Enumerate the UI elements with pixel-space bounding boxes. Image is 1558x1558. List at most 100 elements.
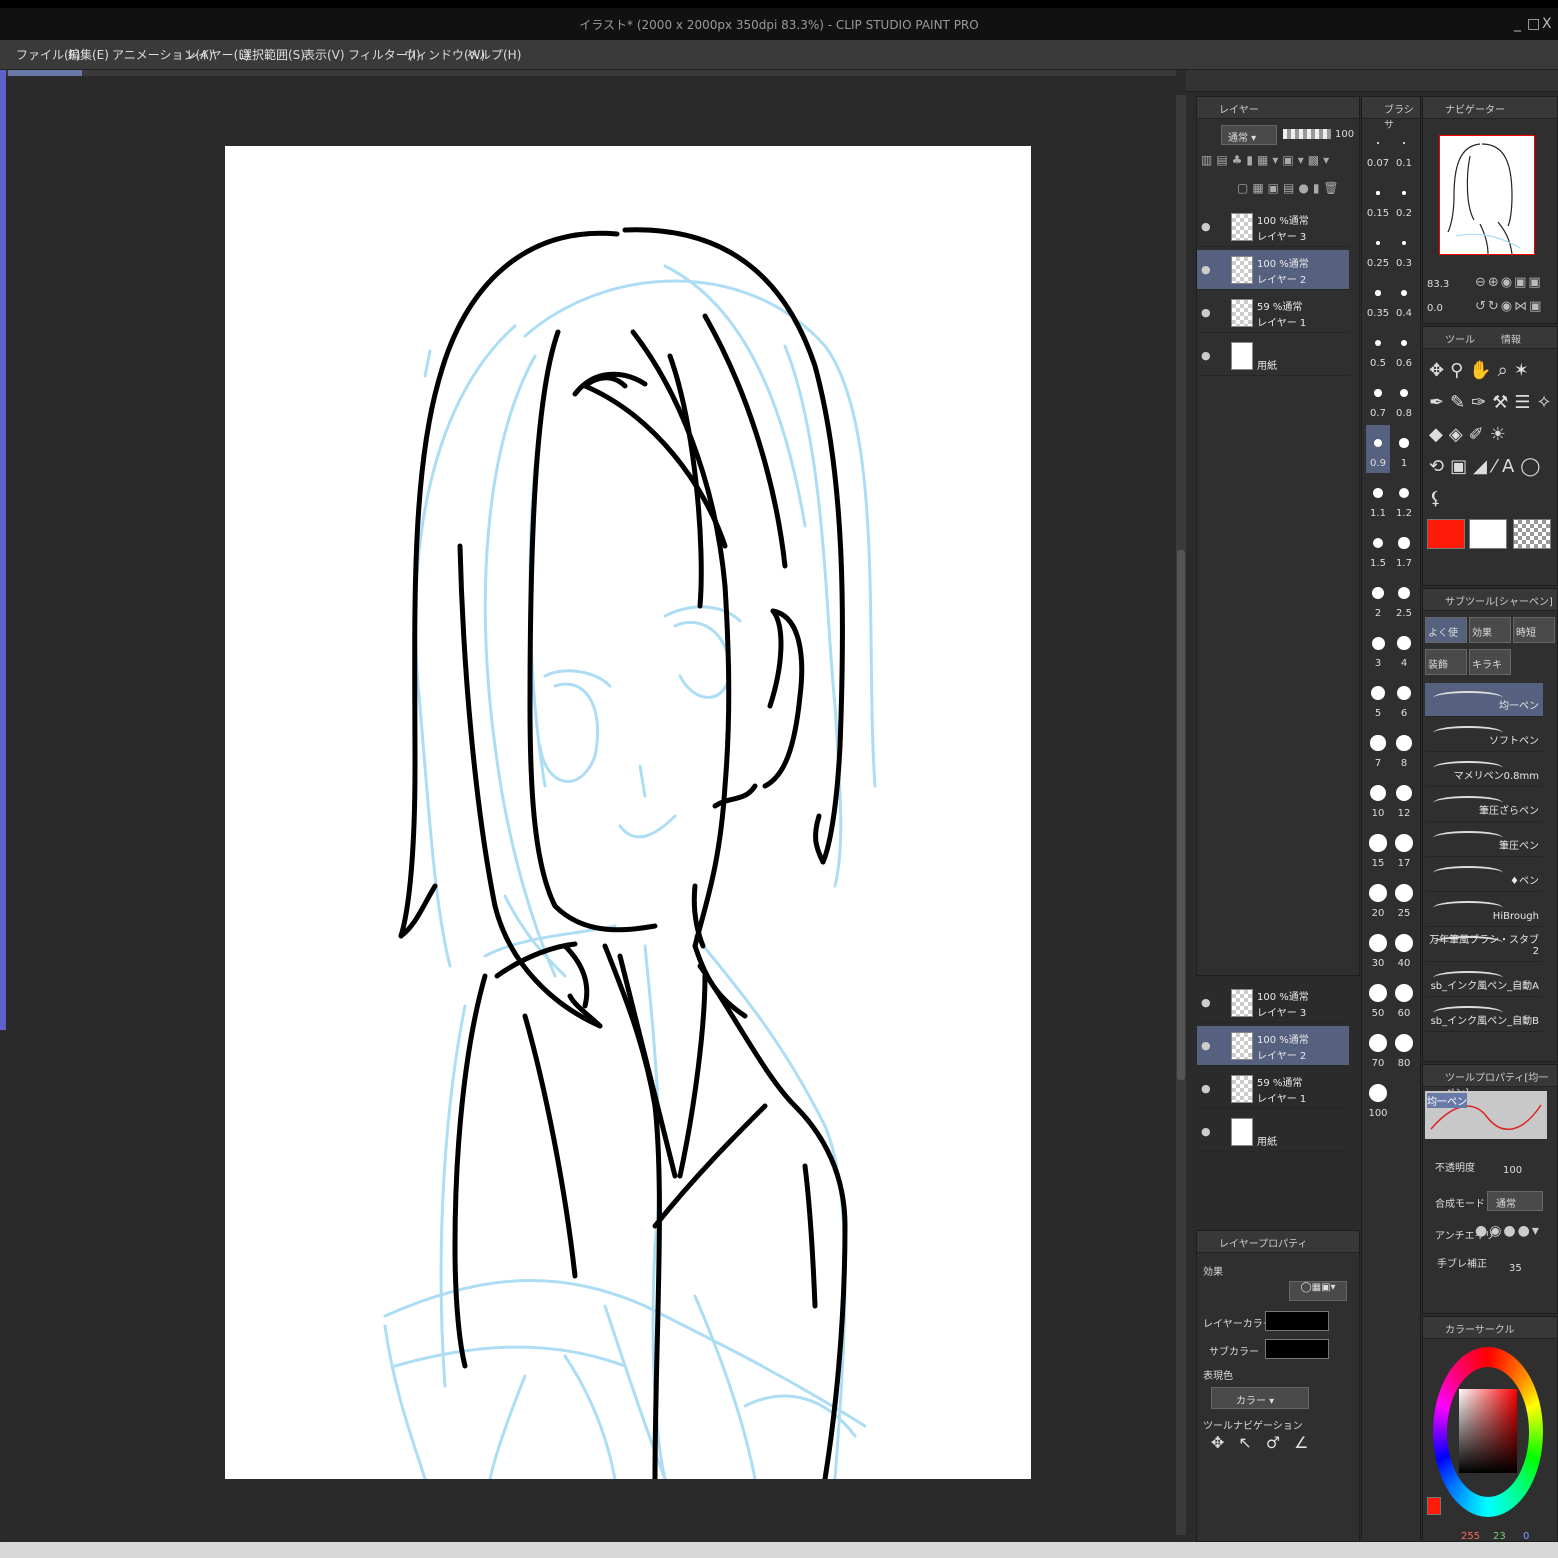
brush-size-cell[interactable]: 0.5 <box>1366 325 1390 373</box>
sub-tool-item[interactable]: sb_インク風ペン_自動A <box>1425 963 1543 997</box>
maximize-button[interactable]: □ <box>1527 16 1540 32</box>
canvas-paper[interactable] <box>225 146 1031 1479</box>
canvas-scroll-thumb[interactable] <box>1177 550 1185 1080</box>
brush-size-cell[interactable]: 0.35 <box>1366 275 1390 323</box>
layer-row[interactable]: ● 用紙 <box>1197 1112 1349 1152</box>
brush-size-cell[interactable]: 80 <box>1392 1025 1416 1073</box>
brush-size-cell[interactable]: 100 <box>1366 1075 1390 1123</box>
sub-tool-tab[interactable]: 時短 <box>1513 617 1555 643</box>
close-button[interactable]: X <box>1542 16 1552 32</box>
main-color-swatch[interactable] <box>1427 519 1465 549</box>
menu-view[interactable]: 表示(V) <box>303 46 345 63</box>
brush-size-cell[interactable]: 0.25 <box>1366 225 1390 273</box>
tool-grid[interactable]: ✥⚲✋⌕✶ ✒✎✑⚒☰✧ ◆◈✐☀ ⟲▣◢⁄A◯ ⚸ <box>1429 355 1555 515</box>
sub-color-swatch[interactable] <box>1265 1339 1329 1359</box>
layer-toolbar[interactable]: ▥▤♣▮▦▾▣▾▩▾ <box>1201 153 1351 173</box>
effect-buttons[interactable]: ◯▦▣▾ <box>1289 1281 1347 1301</box>
sub-tool-item[interactable]: 筆圧ペン <box>1425 823 1543 857</box>
angle-value[interactable]: 0.0 <box>1427 303 1443 314</box>
layer-row[interactable]: ● 100 %通常 レイヤー 3 <box>1197 207 1349 247</box>
brush-size-cell[interactable]: 50 <box>1366 975 1390 1023</box>
brush-size-cell[interactable]: 2.5 <box>1392 575 1416 623</box>
sub-tool-tab[interactable]: 効果 <box>1469 617 1511 643</box>
layer-row[interactable]: ● 100 %通常 レイヤー 2 <box>1197 1026 1349 1066</box>
brush-size-cell[interactable]: 7 <box>1366 725 1390 773</box>
brush-size-cell[interactable]: 10 <box>1366 775 1390 823</box>
zoom-value[interactable]: 83.3 <box>1427 279 1449 290</box>
eye-icon[interactable]: ● <box>1201 1125 1211 1138</box>
layer-row[interactable]: ● 59 %通常 レイヤー 1 <box>1197 293 1349 333</box>
sub-tool-item[interactable]: 筆圧ざらペン <box>1425 788 1543 822</box>
eye-icon[interactable]: ● <box>1201 996 1211 1009</box>
current-color-swatch[interactable] <box>1427 1497 1441 1515</box>
layer-row[interactable]: ● 100 %通常 レイヤー 2 <box>1197 250 1349 290</box>
brush-size-cell[interactable]: 3 <box>1366 625 1390 673</box>
sub-tool-item[interactable]: ソフトペン <box>1425 718 1543 752</box>
tool-opacity-value[interactable]: 100 <box>1503 1165 1522 1176</box>
sub-tool-item[interactable]: 万年筆風ブラシ・スタブ 2 <box>1425 928 1543 962</box>
sub-tool-item[interactable]: 均一ペン <box>1425 683 1543 717</box>
brush-size-cell[interactable]: 0.1 <box>1392 125 1416 173</box>
rotate-controls[interactable]: ↺↻◉⋈▣ <box>1475 299 1558 317</box>
brush-size-cell[interactable]: 1.1 <box>1366 475 1390 523</box>
eye-icon[interactable]: ● <box>1201 349 1211 362</box>
brush-size-cell[interactable]: 1.7 <box>1392 525 1416 573</box>
eye-icon[interactable]: ● <box>1201 220 1211 233</box>
brush-size-cell[interactable]: 17 <box>1392 825 1416 873</box>
sub-tool-tab[interactable]: キラキ <box>1469 649 1511 675</box>
zoom-controls[interactable]: ⊖⊕◉▣▣ <box>1475 275 1558 293</box>
layer-row[interactable]: ● 100 %通常 レイヤー 3 <box>1197 983 1349 1023</box>
brush-size-cell[interactable]: 30 <box>1366 925 1390 973</box>
tool-nav-buttons[interactable]: ✥↖♂∠ <box>1211 1433 1351 1461</box>
menu-edit[interactable]: 編集(E) <box>68 46 109 63</box>
sub-tool-item[interactable]: sb_インク風ペン_自動B <box>1425 998 1543 1032</box>
layer-row[interactable]: ● 59 %通常 レイヤー 1 <box>1197 1069 1349 1109</box>
brush-size-cell[interactable]: 15 <box>1366 825 1390 873</box>
sub-tool-tab[interactable]: 装飾 <box>1425 649 1467 675</box>
sub-tool-tab[interactable]: よく使 <box>1425 617 1467 643</box>
brush-size-cell[interactable]: 0.8 <box>1392 375 1416 423</box>
brush-size-cell[interactable]: 0.3 <box>1392 225 1416 273</box>
brush-size-cell[interactable]: 70 <box>1366 1025 1390 1073</box>
brush-size-cell[interactable]: 0.9 <box>1366 425 1390 473</box>
blend-mode-dropdown[interactable]: 通常 ▾ <box>1221 125 1277 145</box>
brush-size-cell[interactable]: 4 <box>1392 625 1416 673</box>
brush-size-cell[interactable]: 0.7 <box>1366 375 1390 423</box>
brush-size-cell[interactable]: 12 <box>1392 775 1416 823</box>
brush-size-cell[interactable]: 0.15 <box>1366 175 1390 223</box>
menu-selection[interactable]: 選択範囲(S) <box>240 46 305 63</box>
brush-size-cell[interactable]: 5 <box>1366 675 1390 723</box>
brush-size-cell[interactable]: 0.2 <box>1392 175 1416 223</box>
layer-action-toolbar[interactable]: ▢▦▣▤●▮🗑 <box>1237 181 1357 201</box>
navigator-preview[interactable] <box>1439 135 1535 255</box>
eye-icon[interactable]: ● <box>1201 1039 1211 1052</box>
sub-tool-item[interactable]: マメリペン0.8mm <box>1425 753 1543 787</box>
opacity-slider[interactable] <box>1283 129 1331 139</box>
eye-icon[interactable]: ● <box>1201 306 1211 319</box>
brush-size-cell[interactable]: 0.07 <box>1366 125 1390 173</box>
brush-size-cell[interactable]: 0.6 <box>1392 325 1416 373</box>
layer-row[interactable]: ● 用紙 <box>1197 336 1349 376</box>
brush-size-cell[interactable]: 25 <box>1392 875 1416 923</box>
transparent-color-swatch[interactable] <box>1513 519 1551 549</box>
brush-size-cell[interactable]: 20 <box>1366 875 1390 923</box>
brush-size-cell[interactable]: 1.5 <box>1366 525 1390 573</box>
brush-size-cell[interactable]: 0.4 <box>1392 275 1416 323</box>
brush-size-cell[interactable]: 1 <box>1392 425 1416 473</box>
brush-size-cell[interactable]: 6 <box>1392 675 1416 723</box>
menu-help[interactable]: ヘルプ(H) <box>467 46 521 63</box>
brush-size-cell[interactable]: 1.2 <box>1392 475 1416 523</box>
brush-size-cell[interactable]: 8 <box>1392 725 1416 773</box>
eye-icon[interactable]: ● <box>1201 263 1211 276</box>
canvas-area[interactable] <box>6 76 1176 1542</box>
expression-dropdown[interactable]: カラー ▾ <box>1211 1387 1309 1409</box>
sub-tool-item[interactable]: HiBrough <box>1425 893 1543 927</box>
info-tab[interactable]: 情報 <box>1501 331 1521 346</box>
brush-size-cell[interactable]: 40 <box>1392 925 1416 973</box>
stabilization-value[interactable]: 35 <box>1509 1263 1522 1274</box>
sub-color-swatch-tool[interactable] <box>1469 519 1507 549</box>
brush-size-cell[interactable]: 2 <box>1366 575 1390 623</box>
eye-icon[interactable]: ● <box>1201 1082 1211 1095</box>
sub-tool-item[interactable]: ♦ペン <box>1425 858 1543 892</box>
antialias-options[interactable]: ●◉●●▾ <box>1475 1223 1545 1243</box>
